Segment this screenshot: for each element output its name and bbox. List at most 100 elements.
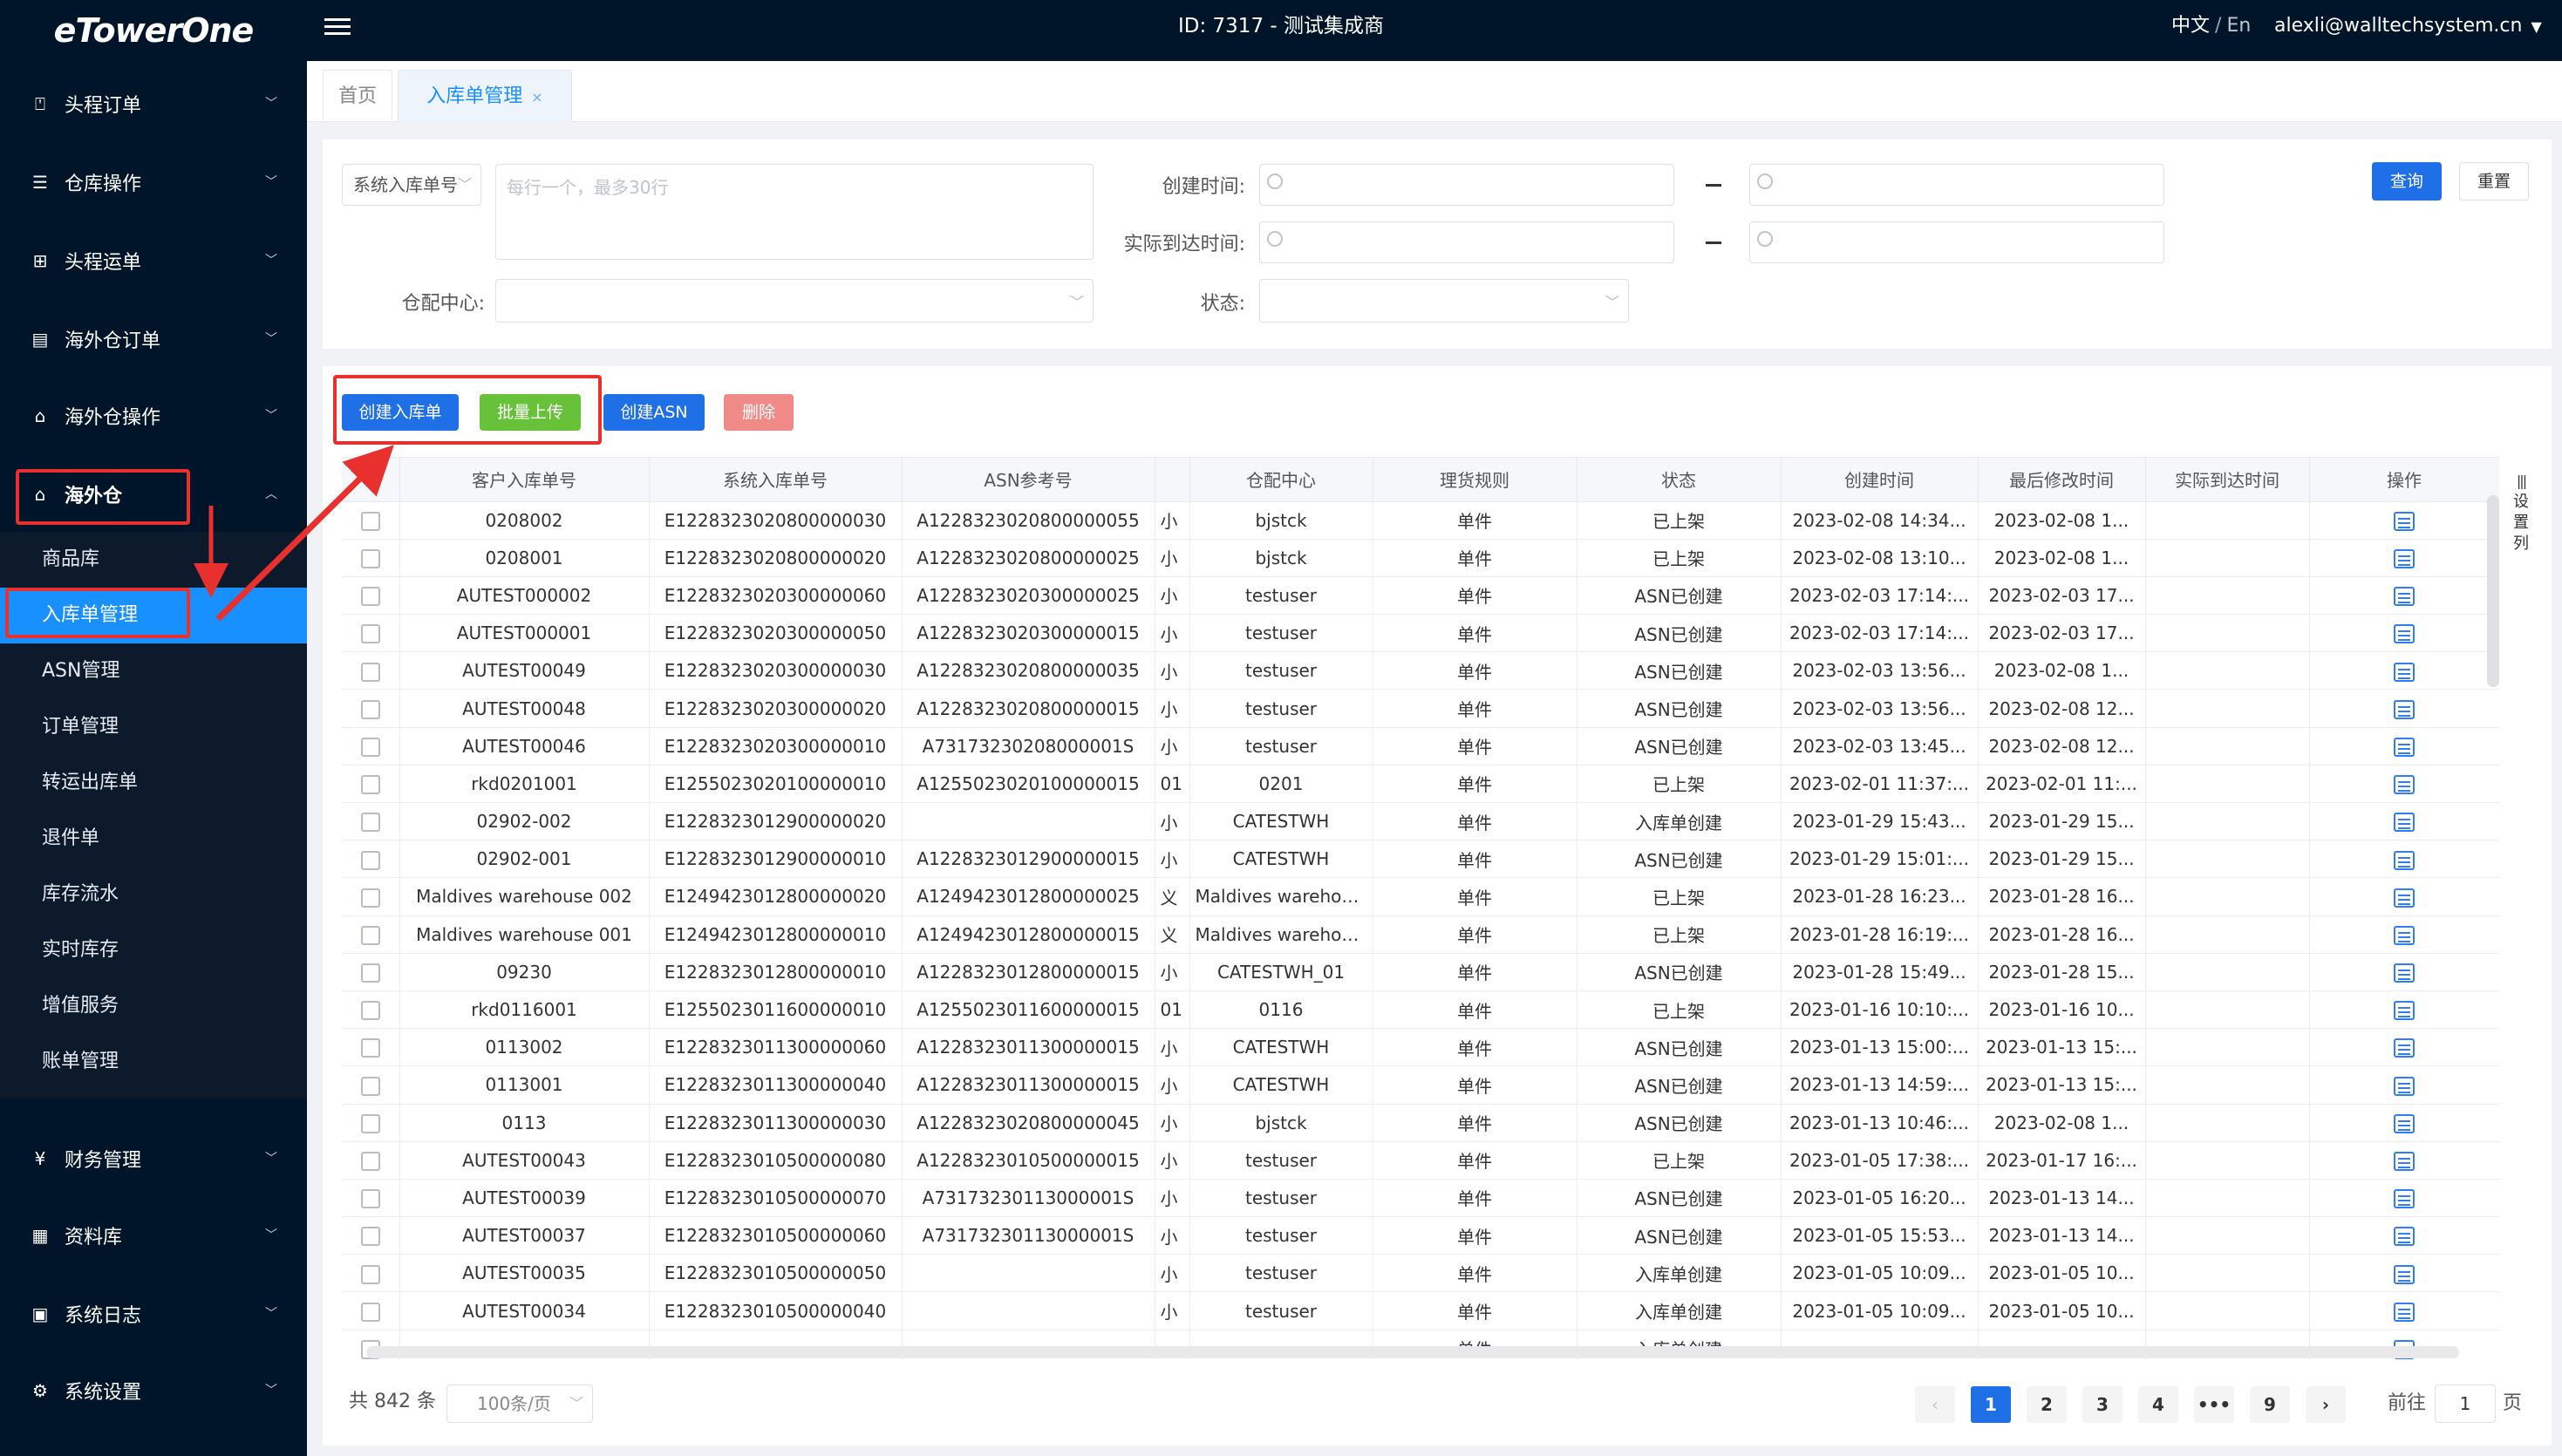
row-checkbox[interactable] [360,1113,380,1133]
create-inbound-button[interactable]: 创建入库单 [342,394,459,431]
detail-icon[interactable] [2394,1113,2415,1133]
created-end-input[interactable] [1749,164,2164,206]
sidebar-item-warehouse-ops[interactable]: ☰ 仓库操作 ﹀ [0,152,307,213]
set-columns-button[interactable]: ||| 设置列 [2501,471,2541,593]
table-row[interactable]: AUTEST00049 E1228323020300000030 A12283230… [342,651,2499,691]
detail-icon[interactable] [2394,1076,2415,1096]
row-checkbox[interactable] [360,1076,380,1096]
table-row[interactable]: AUTEST00037 E1228323010500000060 A73173230… [342,1216,2499,1255]
row-checkbox[interactable] [360,549,380,569]
row-checkbox[interactable] [360,587,380,607]
row-checkbox[interactable] [360,963,380,983]
sidebar-item-system-log[interactable]: ▣ 系统日志 ﹀ [0,1283,307,1344]
order-type-select[interactable]: 系统入库单号 ﹀ [342,164,481,206]
col-tally-rule[interactable]: 理货规则 [1373,458,1577,502]
row-checkbox[interactable] [360,511,380,531]
table-row[interactable]: 0113 E1228323011300000030 A122832302080000… [342,1104,2499,1142]
table-row[interactable]: 02902-001 E1228323012900000010 A1228323012… [342,840,2499,879]
table-row[interactable]: rkd0201001 E1255023020100000010 A125502302… [342,765,2499,804]
row-checkbox[interactable] [360,662,380,682]
page-size-select[interactable]: 100条/页 ﹀ [446,1385,593,1423]
create-asn-button[interactable]: 创建ASN [603,394,705,431]
detail-icon[interactable] [2394,1189,2415,1209]
col-system-order[interactable]: 系统入库单号 [649,458,903,502]
page-ellipsis[interactable]: ••• [2194,1386,2234,1423]
table-row[interactable]: Maldives warehouse 001 E12494230128000000… [342,915,2499,954]
detail-icon[interactable] [2394,850,2415,870]
submenu-item-products[interactable]: 商品库 [0,532,307,588]
page-2[interactable]: 2 [2027,1386,2067,1423]
close-icon[interactable]: × [531,89,542,105]
table-row[interactable]: 0208002 E1228323020800000030 A122832302080… [342,501,2499,540]
created-start-input[interactable] [1259,164,1674,206]
prev-page-button[interactable]: ‹ [1915,1386,1955,1423]
submenu-item-billing[interactable]: 账单管理 [0,1034,307,1090]
batch-upload-button[interactable]: 批量上传 [480,394,581,431]
page-9[interactable]: 9 [2250,1386,2290,1423]
row-checkbox[interactable] [360,624,380,644]
row-checkbox[interactable] [360,1038,380,1058]
detail-icon[interactable] [2394,1152,2415,1172]
table-row[interactable]: AUTEST00046 E1228323020300000010 A73173230… [342,727,2499,765]
row-checkbox[interactable] [360,1189,380,1209]
row-checkbox[interactable] [360,1152,380,1172]
row-checkbox[interactable] [360,813,380,833]
col-customer-order[interactable]: 客户入库单号 [399,458,650,502]
row-checkbox[interactable] [360,1302,380,1322]
page-3[interactable]: 3 [2082,1386,2123,1423]
tab-home[interactable]: 首页 [323,70,392,120]
vertical-scrollbar[interactable] [2487,495,2499,687]
detail-icon[interactable] [2394,925,2415,945]
delete-button[interactable]: 删除 [724,394,794,431]
detail-icon[interactable] [2394,1302,2415,1322]
sidebar-item-first-leg-order[interactable]: ⍞ 头程订单 ﹀ [0,73,307,134]
detail-icon[interactable] [2394,1038,2415,1058]
table-row[interactable]: 0208001 E1228323020800000020 A122832302080… [342,539,2499,577]
detail-icon[interactable] [2394,1227,2415,1247]
detail-icon[interactable] [2394,963,2415,983]
row-checkbox[interactable] [360,775,380,795]
sidebar-item-system-settings[interactable]: ⚙ 系统设置 ﹀ [0,1360,307,1421]
tab-inbound-management[interactable]: 入库单管理 × [398,70,572,122]
detail-icon[interactable] [2394,1001,2415,1021]
table-row[interactable]: 0113002 E1228323011300000060 A122832301130… [342,1028,2499,1067]
submenu-item-realtime-inventory[interactable]: 实时库存 [0,922,307,978]
center-select[interactable]: ﹀ [495,279,1094,323]
detail-icon[interactable] [2394,511,2415,531]
col-center[interactable]: 仓配中心 [1189,458,1373,502]
table-row[interactable]: AUTEST00039 E1228323010500000070 A73173230… [342,1179,2499,1218]
table-row[interactable]: AUTEST00034 E1228323010500000040 小 testuser… [342,1291,2499,1330]
table-row[interactable]: AUTEST000002 E1228323020300000060 A1228323… [342,576,2499,616]
detail-icon[interactable] [2394,888,2415,908]
search-button[interactable]: 查询 [2372,162,2442,201]
lang-en[interactable]: En [2226,15,2251,37]
user-menu[interactable]: alexli@walltechsystem.cn ▼ [2274,0,2542,52]
language-switch[interactable]: 中文 / En [2171,0,2251,52]
row-checkbox[interactable] [360,888,380,908]
detail-icon[interactable] [2394,699,2415,719]
submenu-item-orders[interactable]: 订单管理 [0,699,307,755]
table-row[interactable]: rkd0116001 E1255023011600000010 A125502301… [342,990,2499,1030]
table-row[interactable]: 02902-002 E1228323012900000020 小 CATESTWH 单件… [342,802,2499,841]
submenu-item-asn[interactable]: ASN管理 [0,643,307,699]
sidebar-item-database[interactable]: ▦ 资料库 ﹀ [0,1205,307,1266]
col-asn-ref[interactable]: ASN参考号 [902,458,1155,502]
submenu-item-transfer-outbound[interactable]: 转运出库单 [0,755,307,811]
col-arrival[interactable]: 实际到达时间 [2145,458,2310,502]
row-checkbox[interactable] [360,699,380,719]
detail-icon[interactable] [2394,549,2415,569]
row-checkbox[interactable] [360,1001,380,1021]
col-status[interactable]: 状态 [1577,458,1782,502]
col-modified[interactable]: 最后修改时间 [1978,458,2146,502]
sidebar-item-finance[interactable]: ¥ 财务管理 ﹀ [0,1128,307,1189]
sidebar-item-overseas-ops[interactable]: ⌂ 海外仓操作 ﹀ [0,385,307,446]
lang-cn[interactable]: 中文 [2171,15,2210,37]
sidebar-item-overseas-order[interactable]: ▤ 海外仓订单 ﹀ [0,309,307,370]
horizontal-scrollbar[interactable] [366,1346,2459,1358]
reset-button[interactable]: 重置 [2459,162,2529,201]
table-row[interactable]: AUTEST00043 E1228323010500000080 A12283230… [342,1141,2499,1180]
col-created[interactable]: 创建时间 [1781,458,1979,502]
row-checkbox[interactable] [360,1227,380,1247]
row-checkbox[interactable] [360,850,380,870]
table-row[interactable]: AUTEST00035 E1228323010500000050 小 testuser… [342,1254,2499,1293]
